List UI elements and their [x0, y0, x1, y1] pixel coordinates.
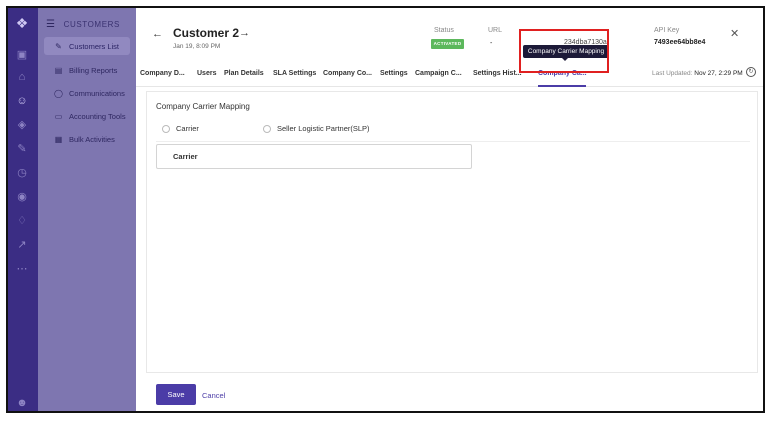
- active-tab-indicator: [538, 85, 586, 87]
- radio-label: Seller Logistic Partner(SLP): [277, 124, 370, 133]
- radio-carrier[interactable]: Carrier: [162, 124, 199, 133]
- sidebar-header: ☰ CUSTOMERS: [46, 19, 120, 30]
- highlight-box: [519, 29, 609, 73]
- dashboard-icon[interactable]: ▣: [15, 48, 29, 62]
- sidebar-item-accounting-tools[interactable]: ▭ Accounting Tools: [44, 107, 130, 125]
- radio-button[interactable]: [162, 124, 170, 133]
- sidebar-item-label: Bulk Activities: [69, 134, 115, 144]
- footer: Save Cancel: [136, 374, 763, 411]
- sidebar-item-customers-list[interactable]: ✎ Customers List: [44, 37, 130, 55]
- carrier-box[interactable]: Carrier: [156, 144, 472, 169]
- tab-settings-history[interactable]: Settings Hist...: [473, 70, 522, 77]
- tab-company-config[interactable]: Company Co...: [323, 70, 372, 77]
- sidebar-item-label: Billing Reports: [69, 65, 118, 75]
- tab-campaign-config[interactable]: Campaign C...: [415, 70, 462, 77]
- divider: [156, 141, 750, 142]
- back-arrow-icon[interactable]: ←: [152, 28, 163, 40]
- clipboard-icon: ▤: [54, 65, 63, 75]
- sidebar-item-label: Communications: [69, 88, 125, 98]
- tab-plan-details[interactable]: Plan Details: [224, 70, 264, 77]
- more-icon[interactable]: ⋯: [15, 262, 29, 276]
- grid-icon: ▦: [54, 134, 63, 144]
- last-updated-value: Nov 27, 2:29 PM: [694, 70, 743, 77]
- cube-icon[interactable]: ◈: [15, 118, 29, 132]
- radio-slp[interactable]: Seller Logistic Partner(SLP): [263, 124, 370, 133]
- main-panel: ← Customer 2 → Jan 19, 8:09 PM Status AC…: [136, 8, 763, 411]
- url-value: -: [490, 40, 493, 47]
- clock-icon[interactable]: ◷: [15, 166, 29, 180]
- app-logo-icon[interactable]: ❖: [15, 16, 29, 30]
- app-window: ❖ ▣ ⌂ ☺ ◈ ✎ ◷ ◉ ♢ ↗ ⋯ ☻ ☰ CUSTOMERS ✎ Cu…: [6, 6, 765, 413]
- last-updated-label: Last Updated:: [652, 70, 693, 77]
- bell-icon[interactable]: ◉: [15, 190, 29, 204]
- customer-date: Jan 19, 8:09 PM: [173, 43, 221, 50]
- section-title: Company Carrier Mapping: [156, 102, 250, 111]
- sidebar-header-label: CUSTOMERS: [63, 20, 120, 29]
- external-link-icon[interactable]: ↗: [15, 238, 29, 252]
- menu-icon[interactable]: ☰: [46, 19, 56, 30]
- card-icon: ▭: [54, 111, 63, 121]
- sidebar-item-billing-reports[interactable]: ▤ Billing Reports: [44, 61, 130, 79]
- status-label: Status: [434, 27, 454, 34]
- customers-icon[interactable]: ☺: [15, 94, 29, 108]
- refresh-icon[interactable]: ↻: [746, 67, 756, 77]
- forward-arrow-icon[interactable]: →: [239, 27, 250, 39]
- icon-rail: ❖ ▣ ⌂ ☺ ◈ ✎ ◷ ◉ ♢ ↗ ⋯ ☻: [8, 8, 38, 411]
- content-panel: Company Carrier Mapping Carrier Seller L…: [146, 91, 758, 373]
- url-label: URL: [488, 27, 503, 34]
- close-icon[interactable]: ✕: [730, 27, 739, 40]
- tab-settings[interactable]: Settings: [380, 70, 408, 77]
- pen-icon: ✎: [55, 41, 62, 51]
- sidebar-item-communications[interactable]: ◯ Communications: [44, 84, 130, 102]
- cancel-link[interactable]: Cancel: [202, 391, 225, 400]
- layers-icon[interactable]: ♢: [15, 214, 29, 228]
- sidebar: ☰ CUSTOMERS ✎ Customers List ▤ Billing R…: [38, 8, 136, 411]
- tab-company-details[interactable]: Company D...: [140, 70, 185, 77]
- radio-label: Carrier: [176, 124, 199, 133]
- api-key-label: API Key: [654, 27, 680, 34]
- tab-users[interactable]: Users: [197, 70, 216, 77]
- user-profile-icon[interactable]: ☻: [15, 396, 29, 410]
- api-key-value: 7493ee64bb8e4: [654, 39, 706, 46]
- page-title: Customer 2: [173, 26, 240, 40]
- sidebar-item-label: Accounting Tools: [69, 111, 126, 121]
- save-button[interactable]: Save: [156, 384, 196, 405]
- edit-icon[interactable]: ✎: [15, 142, 29, 156]
- sidebar-item-bulk-activities[interactable]: ▦ Bulk Activities: [44, 130, 130, 148]
- radio-button[interactable]: [263, 124, 271, 133]
- home-icon[interactable]: ⌂: [15, 70, 29, 84]
- chat-bubble-icon: ◯: [54, 88, 63, 98]
- tab-sla-settings[interactable]: SLA Settings: [273, 70, 316, 77]
- status-badge: ACTIVATED: [431, 39, 464, 49]
- last-updated: Last Updated: Nov 27, 2:29 PM: [652, 70, 743, 77]
- sidebar-item-label: Customers List: [69, 41, 120, 51]
